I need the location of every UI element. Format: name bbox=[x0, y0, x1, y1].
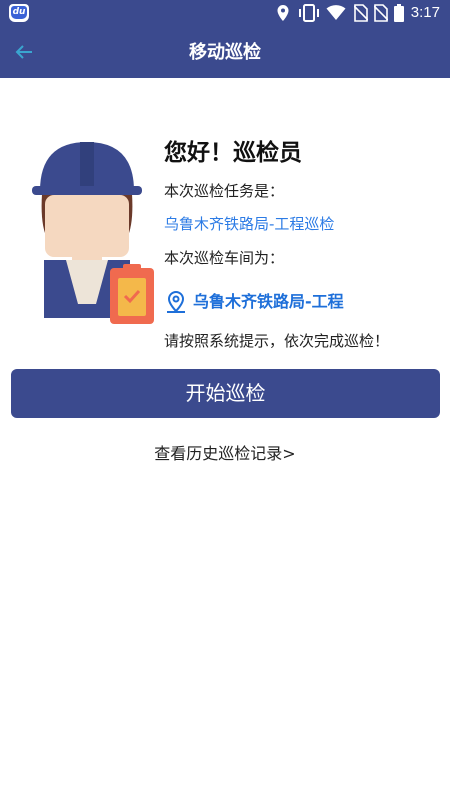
no-sim-icon bbox=[354, 4, 368, 22]
workshop-label: 本次巡检车间为： bbox=[164, 249, 285, 267]
app-badge-label: du bbox=[11, 6, 27, 19]
app-notification-icon: du bbox=[9, 4, 29, 22]
status-time: 3:17 bbox=[410, 4, 440, 21]
task-label: 本次巡检任务是： bbox=[164, 182, 285, 200]
workshop-value: 乌鲁木齐铁路局-工程 bbox=[193, 292, 344, 311]
page-title: 移动巡检 bbox=[189, 42, 261, 63]
inspector-illustration bbox=[32, 142, 154, 324]
battery-icon bbox=[394, 4, 404, 22]
location-icon bbox=[277, 5, 289, 21]
instruction-text: 请按照系统提示，依次完成巡检！ bbox=[164, 332, 390, 350]
task-value: 乌鲁木齐铁路局-工程巡检 bbox=[164, 215, 335, 233]
app-bar: 移动巡检 bbox=[0, 27, 450, 78]
location-pin-icon bbox=[167, 290, 185, 313]
status-bar: du 3:17 bbox=[0, 0, 450, 27]
history-records-link[interactable]: 查看历史巡检记录> bbox=[0, 443, 450, 465]
wifi-icon bbox=[326, 5, 346, 20]
vibrate-icon bbox=[299, 4, 319, 22]
start-inspection-button[interactable]: 开始巡检 bbox=[11, 369, 440, 418]
no-sim-icon bbox=[374, 4, 388, 22]
greeting-heading: 您好！巡检员 bbox=[164, 140, 302, 166]
